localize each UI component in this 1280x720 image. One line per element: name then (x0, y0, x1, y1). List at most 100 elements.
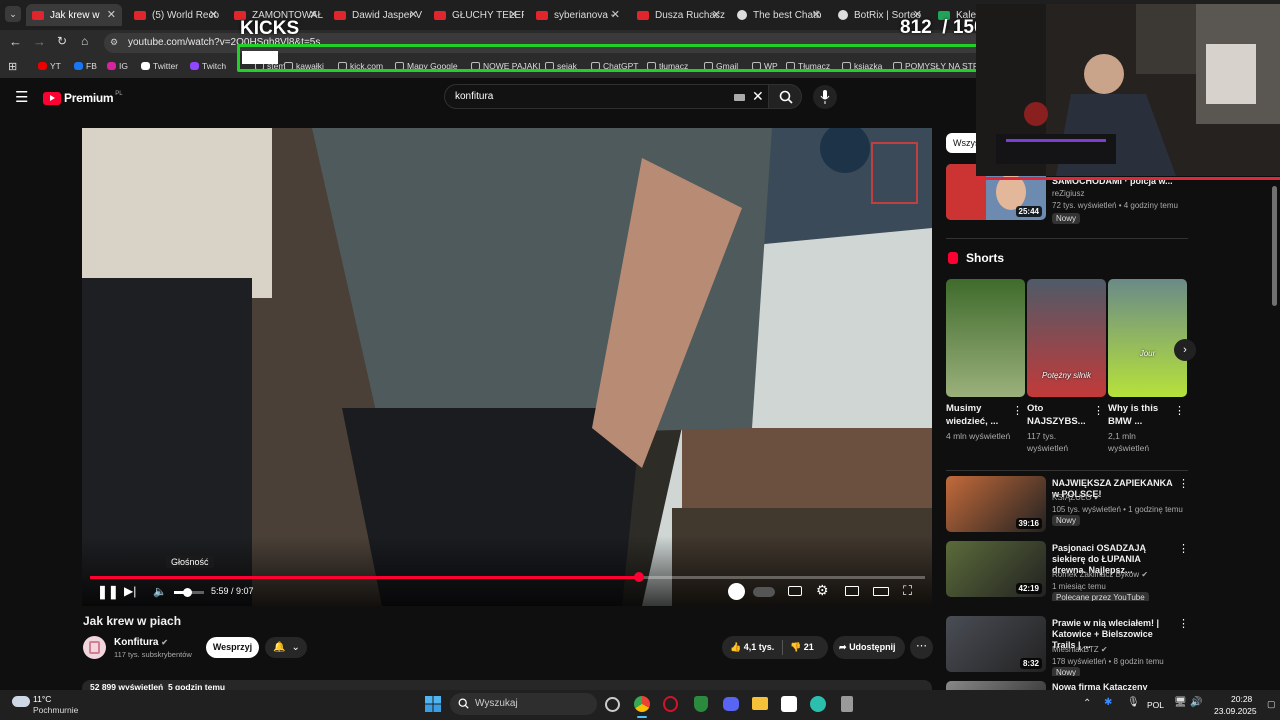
next-icon[interactable]: ▶| (124, 584, 136, 598)
youtube-logo[interactable]: Premium PL (43, 91, 123, 105)
progress-played (90, 576, 639, 579)
clock-date[interactable]: 23.09.2025 (1214, 706, 1257, 716)
bookmark-item[interactable]: Twitch (190, 61, 226, 71)
weather-desc[interactable]: Pochmurnie (33, 705, 78, 715)
more-options-icon[interactable]: ⋮ (1178, 477, 1188, 490)
close-tab-icon[interactable]: ✕ (409, 8, 418, 21)
volume-knob[interactable] (183, 588, 192, 597)
opera-app-icon[interactable] (663, 696, 678, 712)
notifications-button[interactable]: 🔔 ⌄ (265, 637, 307, 658)
bluetooth-icon[interactable]: ✱ (1104, 697, 1112, 708)
explorer-app-icon[interactable] (752, 697, 768, 710)
microphone-icon (820, 90, 830, 104)
bookmark-item[interactable]: Twitter (141, 61, 178, 71)
sponsorblock-icon[interactable] (728, 583, 745, 600)
site-info-icon[interactable]: ⚙ (110, 37, 118, 48)
video-duration: 42:19 (1015, 583, 1042, 594)
edge-app-icon[interactable] (810, 696, 826, 712)
settings-icon[interactable]: ⚙ (816, 582, 829, 599)
close-tab-icon[interactable]: ✕ (309, 8, 318, 21)
video-badge: Nowy (1052, 667, 1081, 676)
share-button[interactable]: ➦ Udostępnij (833, 636, 905, 659)
notification-bell-icon[interactable]: ▢ (1267, 699, 1276, 710)
keyboard-icon[interactable] (734, 94, 745, 101)
menu-icon[interactable]: ☰ (15, 88, 28, 106)
bookmark-item[interactable]: IG (107, 61, 128, 71)
browser-tab[interactable]: Dusza Ruchacz ✕ (631, 4, 727, 26)
capcut-app-icon[interactable] (781, 696, 797, 712)
autoplay-toggle[interactable] (753, 587, 775, 597)
close-tab-icon[interactable]: ✕ (812, 8, 821, 21)
voice-search-button[interactable] (813, 85, 837, 109)
close-tab-icon[interactable]: ✕ (107, 8, 116, 21)
obs-app-icon[interactable] (605, 697, 620, 712)
browser-tab[interactable]: (5) World Reco ✕ (128, 4, 224, 26)
subtitles-icon[interactable] (788, 586, 802, 596)
progress-bar[interactable] (90, 572, 925, 582)
close-tab-icon[interactable]: ✕ (712, 8, 721, 21)
reload-icon[interactable]: ↻ (57, 34, 67, 48)
browser-tab[interactable]: The best Chatb ✕ (731, 4, 827, 26)
channel-name[interactable]: Konfitura ✔ (114, 637, 168, 648)
short-card[interactable]: Musimy wiedzieć, ... ⋮ 4 mln wyświetleń (946, 279, 1025, 459)
volume-icon[interactable]: 🔈 (153, 585, 167, 598)
description-box[interactable]: 52 899 wyświetleń 5 godzin temu (82, 680, 932, 690)
theater-mode-icon[interactable] (873, 587, 889, 596)
rail-video-item[interactable]: 8:32 Prawie w nią wleciałem! | Katowice +… (946, 616, 1188, 676)
short-card[interactable]: Potężny silnik Oto NAJSZYBS... ⋮ 117 tys. w… (1027, 279, 1106, 459)
close-tab-icon[interactable]: ✕ (209, 8, 218, 21)
network-icon[interactable]: 🖥 (1174, 697, 1187, 708)
apps-icon[interactable]: ⊞ (8, 60, 17, 73)
back-icon[interactable]: ← (9, 34, 22, 49)
bookmark-item[interactable]: YT (38, 61, 61, 71)
clear-search-icon[interactable]: ✕ (752, 88, 764, 105)
more-actions-button[interactable]: ⋯ (910, 636, 933, 659)
search-button[interactable] (768, 84, 802, 109)
short-card[interactable]: Jour Why is this BMW ... ⋮ 2,1 mln wyświetl… (1108, 279, 1187, 459)
miniplayer-icon[interactable] (845, 586, 859, 596)
pause-icon[interactable]: ❚❚ (97, 584, 119, 600)
forward-icon[interactable]: → (33, 34, 46, 49)
microphone-tray-icon[interactable]: 🎙 (1127, 697, 1140, 708)
fullscreen-icon[interactable]: ⛶ (903, 583, 912, 599)
volume-tray-icon[interactable]: 🔊 (1190, 697, 1202, 708)
search-input[interactable]: konfitura ✕ (444, 84, 769, 109)
clock-time[interactable]: 20:28 (1231, 694, 1252, 704)
browser-tab[interactable]: Dawid Jasper V ✕ (328, 4, 424, 26)
taskbar-search[interactable]: Wyszukaj (450, 693, 597, 715)
like-button[interactable]: 👍 4,1 tys. (730, 642, 774, 653)
browser-tab[interactable]: GŁUCHY TELEF ✕ (428, 4, 524, 26)
weather-temp[interactable]: 11°C (33, 694, 51, 704)
browser-tab[interactable]: Jak krew w ✕ (26, 4, 122, 26)
calculator-app-icon[interactable] (841, 696, 853, 712)
chevron-up-icon[interactable]: ⌃ (1083, 698, 1091, 709)
close-tab-icon[interactable]: ✕ (509, 8, 518, 21)
chrome-app-icon[interactable] (634, 696, 650, 712)
more-options-icon[interactable]: ⋮ (1174, 404, 1185, 417)
progress-scrubber[interactable] (633, 572, 644, 582)
more-options-icon[interactable]: ⋮ (1093, 404, 1104, 417)
home-icon[interactable]: ⌂ (81, 34, 88, 48)
video-duration: 25:44 (1015, 206, 1042, 217)
rail-video-item[interactable]: 39:16 NAJWIĘKSZA ZAPIEKANKA w POLSCE! KSIĄ… (946, 476, 1188, 536)
video-player[interactable] (82, 128, 932, 606)
dislike-button[interactable]: 👎 21 (790, 642, 814, 653)
more-options-icon[interactable]: ⋮ (1178, 617, 1188, 630)
page-scrollbar[interactable] (1272, 186, 1277, 306)
rail-video-item[interactable]: 42:19 Pasjonaci OSADZAJĄ siekierę do ŁUPA… (946, 541, 1188, 601)
start-button[interactable] (425, 696, 441, 712)
rail-video-item[interactable]: Nowa firma Kataczeny Mecinski (946, 681, 1188, 690)
volume-slider[interactable] (174, 588, 204, 597)
tab-list-button[interactable]: ⌄ (5, 6, 21, 22)
browser-tab[interactable]: syberianova - ✕ (530, 4, 626, 26)
language-indicator[interactable]: POL (1147, 700, 1164, 710)
more-options-icon[interactable]: ⋮ (1012, 404, 1023, 417)
discord-app-icon[interactable] (723, 697, 739, 711)
channel-avatar[interactable] (83, 636, 106, 659)
bookmark-item[interactable]: FB (74, 61, 97, 71)
brave-app-icon[interactable] (694, 696, 708, 712)
more-options-icon[interactable]: ⋮ (1178, 542, 1188, 555)
close-tab-icon[interactable]: ✕ (611, 8, 620, 21)
shorts-next-button[interactable]: › (1174, 339, 1196, 361)
support-button[interactable]: Wesprzyj (206, 637, 259, 658)
